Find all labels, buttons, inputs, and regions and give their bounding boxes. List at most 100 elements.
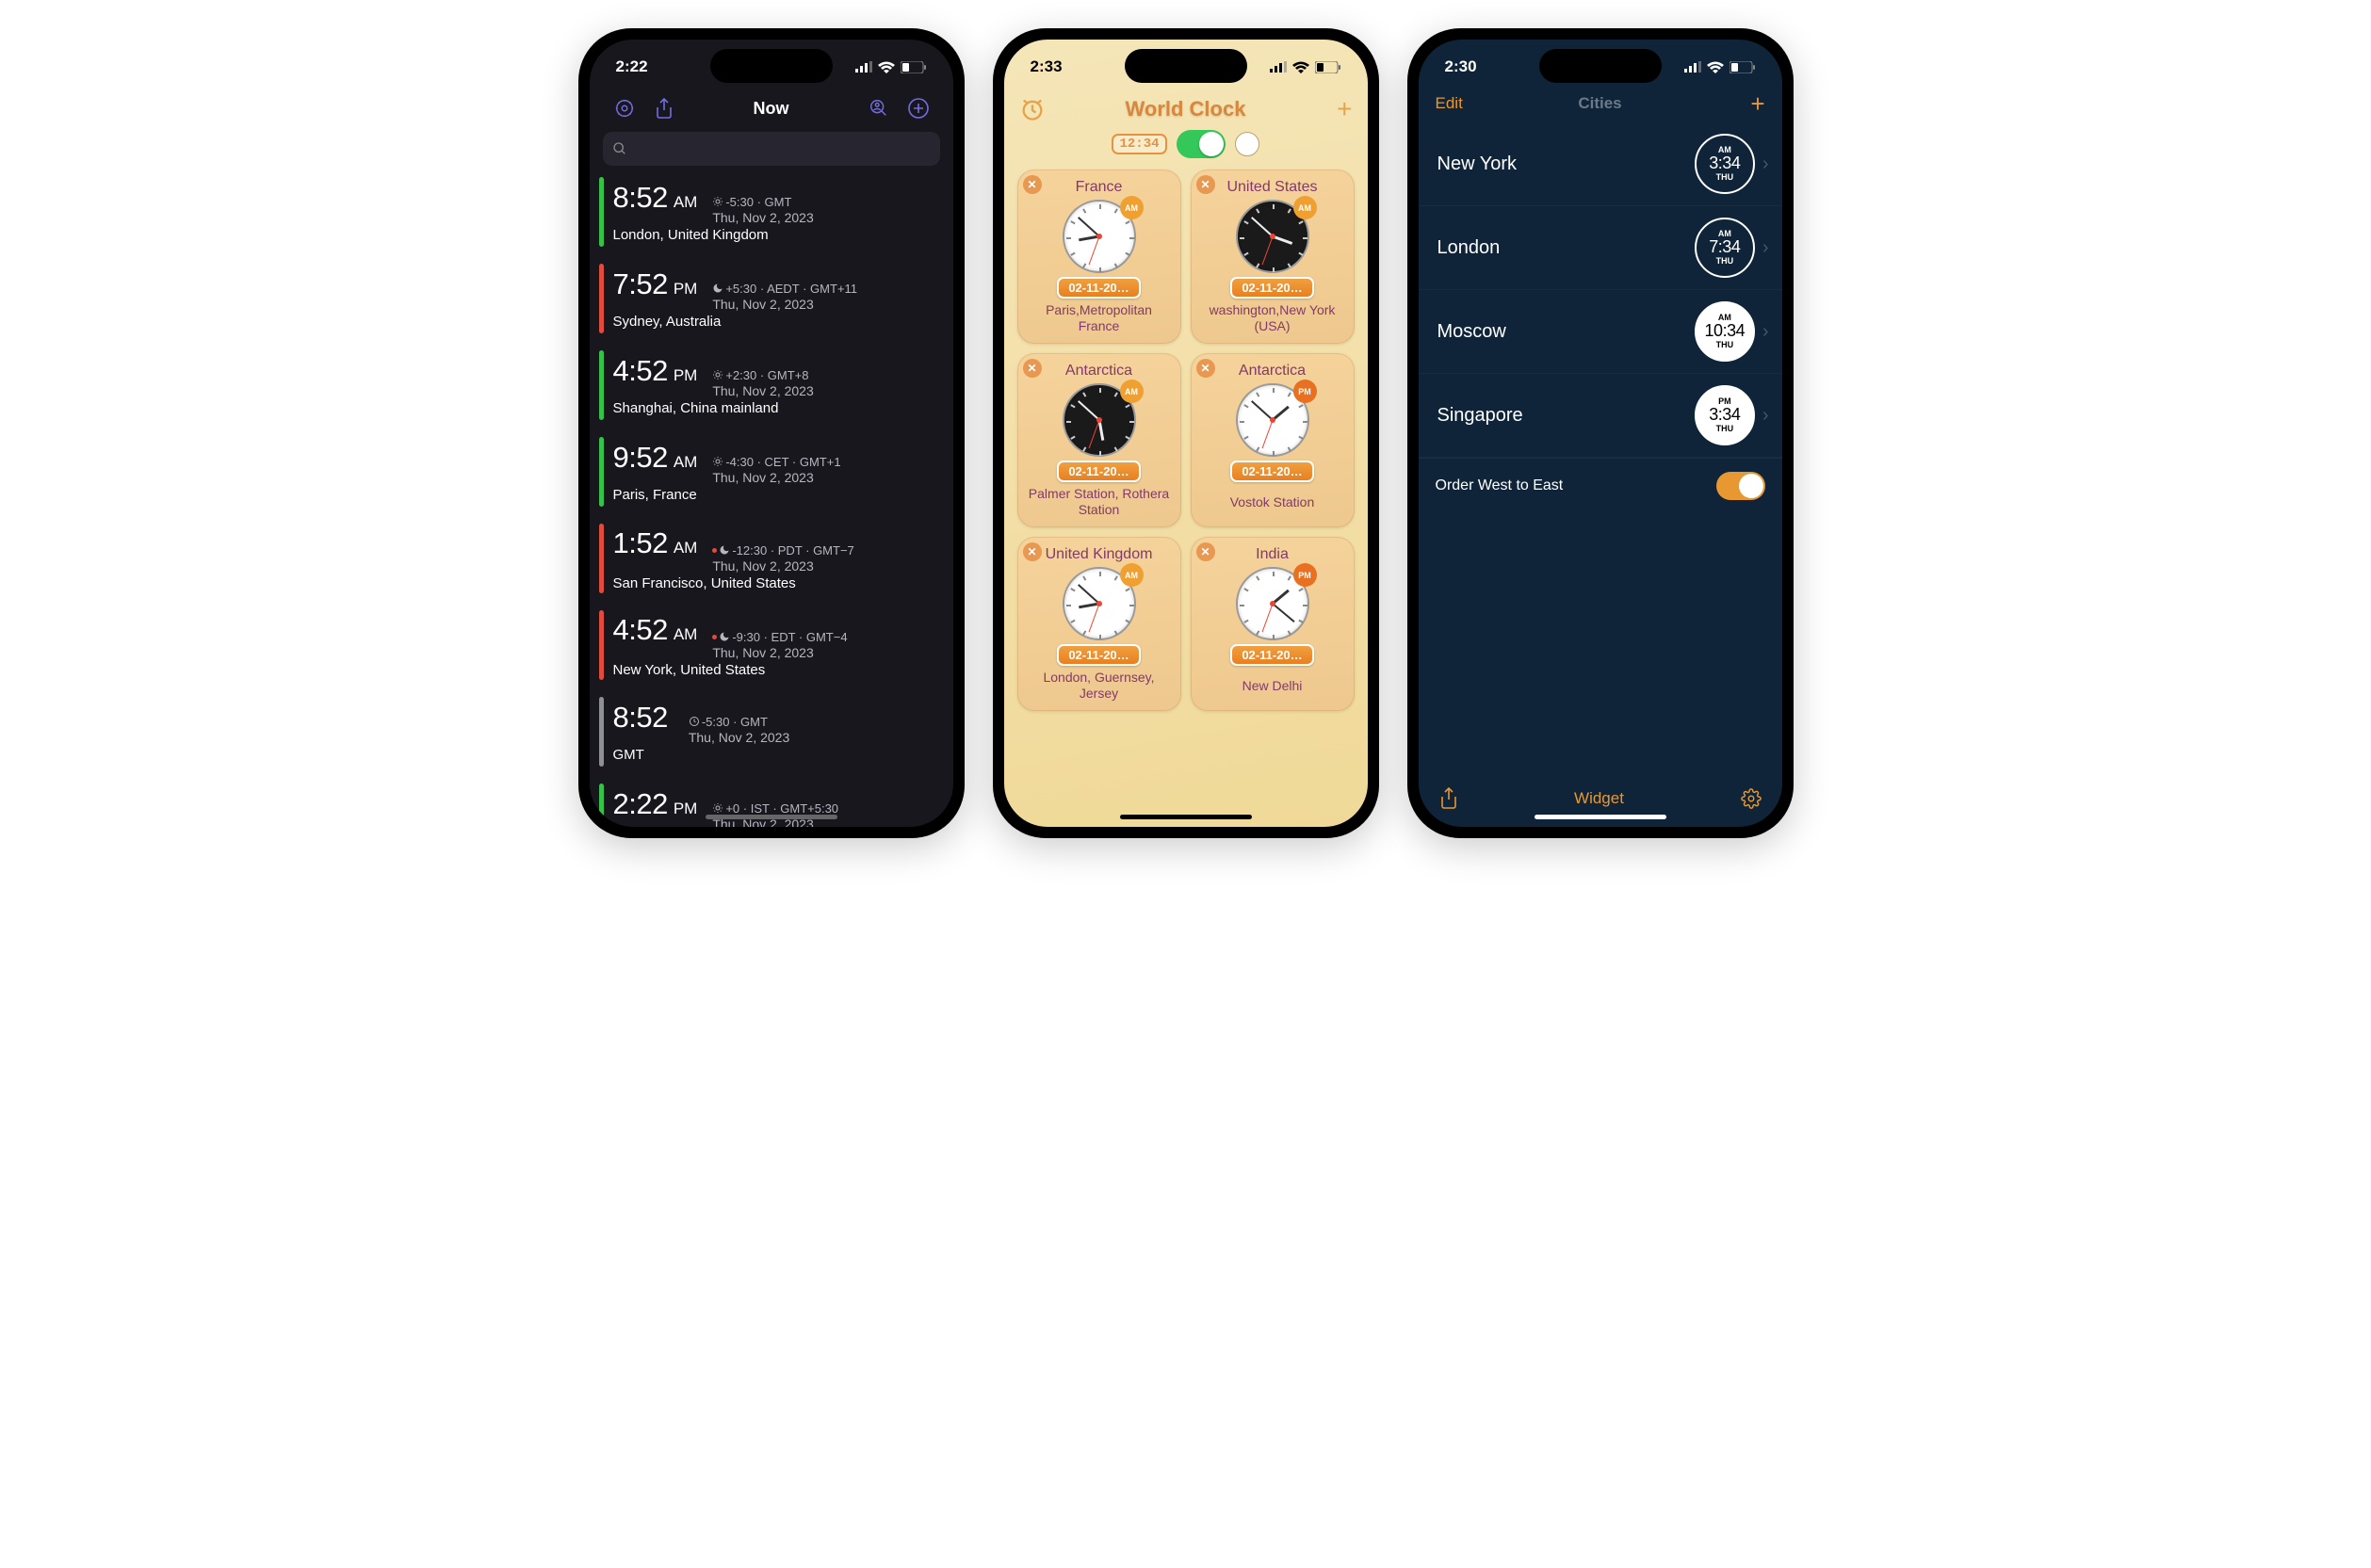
- clock-card[interactable]: ✕ United Kingdom AM 02-11-20… London, Gu…: [1017, 537, 1181, 711]
- ampm-label: AM: [674, 453, 698, 472]
- city-row[interactable]: 8:52 AM -5:30 · GMT Thu, Nov 2, 2023 Lon…: [599, 171, 944, 258]
- time-value: 4:52: [613, 613, 668, 647]
- daynight-icon: [719, 631, 730, 642]
- date-button[interactable]: 02-11-20…: [1230, 461, 1313, 482]
- date-button[interactable]: 02-11-20…: [1057, 461, 1140, 482]
- share-button[interactable]: [1439, 787, 1458, 810]
- city-row[interactable]: New York AM 3:34 THU ›: [1419, 122, 1782, 206]
- settings-button[interactable]: [1741, 788, 1762, 809]
- city-row[interactable]: 8:52 -5:30 · GMT Thu, Nov 2, 2023 GMT: [599, 691, 944, 778]
- city-row[interactable]: Moscow AM 10:34 THU ›: [1419, 290, 1782, 374]
- offset-label: -5:30 · GMT: [712, 195, 813, 209]
- digital-mode-button[interactable]: 12:34: [1112, 134, 1166, 154]
- share-button[interactable]: [650, 94, 678, 122]
- widget-button[interactable]: Widget: [1458, 789, 1741, 808]
- country-label: Antarctica: [1065, 363, 1132, 380]
- date-button[interactable]: 02-11-20…: [1057, 277, 1140, 299]
- order-toggle[interactable]: [1716, 472, 1765, 500]
- time-badge: AM 7:34 THU: [1695, 218, 1755, 278]
- chevron-right-icon: ›: [1762, 321, 1769, 343]
- city-label: New York: [1437, 154, 1695, 175]
- signal-icon: [1684, 61, 1701, 73]
- location-label: San Francisco, United States: [613, 575, 940, 591]
- city-label: Moscow: [1437, 321, 1695, 343]
- offset-label: -12:30 · PDT · GMT−7: [712, 543, 853, 558]
- ampm-badge: AM: [1120, 196, 1144, 219]
- status-color-bar: [599, 350, 604, 420]
- status-time: 2:22: [616, 57, 648, 76]
- analog-mode-button[interactable]: [1235, 132, 1259, 156]
- time-badge: PM 3:34 THU: [1695, 385, 1755, 445]
- city-row[interactable]: 2:22 PM +0 · IST · GMT+5:30 Thu, Nov 2, …: [599, 778, 944, 827]
- ampm-badge: AM: [1120, 380, 1144, 403]
- city-row[interactable]: 4:52 PM +2:30 · GMT+8 Thu, Nov 2, 2023 S…: [599, 345, 944, 431]
- city-row[interactable]: 1:52 AM -12:30 · PDT · GMT−7 Thu, Nov 2,…: [599, 518, 944, 605]
- chevron-right-icon: ›: [1762, 154, 1769, 175]
- city-row[interactable]: 9:52 AM -4:30 · CET · GMT+1 Thu, Nov 2, …: [599, 431, 944, 518]
- offset-label: -9:30 · EDT · GMT−4: [712, 630, 847, 644]
- time-value: 7:52: [613, 267, 668, 301]
- clock-wrap: AM: [1063, 383, 1136, 457]
- phone-1: 2:22 Now 8:52 AM: [578, 28, 965, 838]
- clock-card[interactable]: ✕ Antarctica PM 02-11-20… Vostok Station: [1191, 353, 1355, 527]
- close-button[interactable]: ✕: [1023, 542, 1042, 561]
- day-label: THU: [1716, 257, 1734, 266]
- clock-card[interactable]: ✕ Antarctica AM 02-11-20… Palmer Station…: [1017, 353, 1181, 527]
- city-row[interactable]: 4:52 AM -9:30 · EDT · GMT−4 Thu, Nov 2, …: [599, 605, 944, 691]
- clock-card[interactable]: ✕ France AM 02-11-20… Paris,Metropolitan…: [1017, 170, 1181, 344]
- ampm-badge: PM: [1293, 380, 1317, 403]
- offset-label: -4:30 · CET · GMT+1: [712, 455, 840, 469]
- time-badge: AM 3:34 THU: [1695, 134, 1755, 194]
- add-button[interactable]: +: [1750, 89, 1764, 119]
- close-button[interactable]: ✕: [1023, 359, 1042, 378]
- time-value: 1:52: [613, 526, 668, 560]
- time-badge: AM 10:34 THU: [1695, 301, 1755, 362]
- person-search-button[interactable]: [865, 94, 893, 122]
- city-row[interactable]: Singapore PM 3:34 THU ›: [1419, 374, 1782, 458]
- clock-wrap: AM: [1063, 200, 1136, 273]
- location-label: Sydney, Australia: [613, 314, 940, 330]
- time-value: 3:34: [1709, 406, 1740, 425]
- time-value: 2:22: [613, 787, 668, 821]
- location-label: Paris,Metropolitan France: [1025, 302, 1174, 334]
- date-label: Thu, Nov 2, 2023: [712, 558, 853, 574]
- close-button[interactable]: ✕: [1023, 175, 1042, 194]
- toolbar: Now: [590, 90, 953, 130]
- phone-2: 2:33 World Clock + 12:34 ✕ France: [993, 28, 1379, 838]
- close-button[interactable]: ✕: [1196, 542, 1215, 561]
- status-color-bar: [599, 697, 604, 767]
- battery-icon: [1730, 61, 1756, 73]
- date-button[interactable]: 02-11-20…: [1230, 277, 1313, 299]
- daynight-icon: [689, 716, 700, 727]
- daynight-icon: [719, 544, 730, 556]
- mode-toggle[interactable]: [1177, 130, 1226, 158]
- search-input[interactable]: [603, 132, 940, 166]
- toolbar-title: Now: [686, 99, 857, 119]
- clock-card[interactable]: ✕ India PM 02-11-20… New Delhi: [1191, 537, 1355, 711]
- clock-card[interactable]: ✕ United States AM 02-11-20… washington,…: [1191, 170, 1355, 344]
- close-button[interactable]: ✕: [1196, 175, 1215, 194]
- city-label: Singapore: [1437, 405, 1695, 427]
- battery-icon: [901, 61, 927, 73]
- home-indicator[interactable]: [706, 815, 837, 819]
- date-button[interactable]: 02-11-20…: [1057, 644, 1140, 666]
- status-color-bar: [599, 784, 604, 827]
- battery-icon: [1315, 61, 1341, 73]
- date-label: Thu, Nov 2, 2023: [712, 297, 857, 312]
- status-color-bar: [599, 524, 604, 593]
- city-row[interactable]: 7:52 PM +5:30 · AEDT · GMT+11 Thu, Nov 2…: [599, 258, 944, 345]
- home-indicator[interactable]: [1535, 815, 1666, 819]
- settings-button[interactable]: [610, 94, 639, 122]
- location-label: Shanghai, China mainland: [613, 400, 940, 416]
- add-button[interactable]: [904, 94, 933, 122]
- location-label: New York, United States: [613, 662, 940, 678]
- add-button[interactable]: +: [1337, 94, 1352, 124]
- date-label: Thu, Nov 2, 2023: [689, 730, 789, 745]
- location-label: Vostok Station: [1230, 486, 1315, 518]
- date-button[interactable]: 02-11-20…: [1230, 644, 1313, 666]
- home-indicator[interactable]: [1120, 815, 1252, 819]
- country-label: India: [1256, 546, 1289, 563]
- city-row[interactable]: London AM 7:34 THU ›: [1419, 206, 1782, 290]
- city-list: New York AM 3:34 THU › London AM 7:34 TH…: [1419, 122, 1782, 458]
- close-button[interactable]: ✕: [1196, 359, 1215, 378]
